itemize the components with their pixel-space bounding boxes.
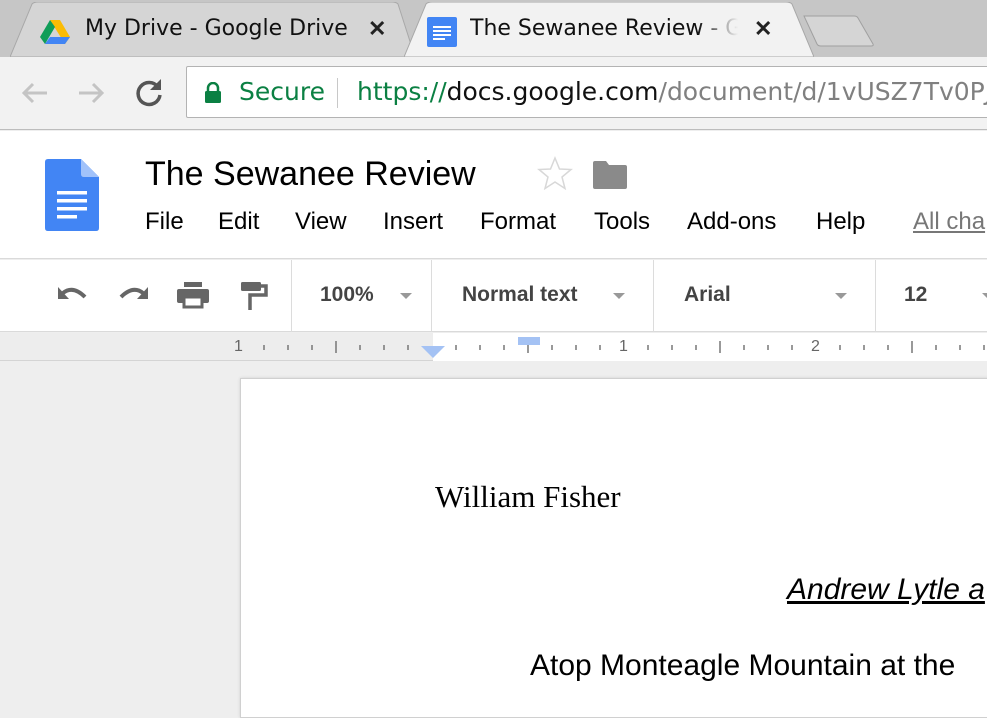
- redo-icon[interactable]: [115, 279, 151, 311]
- tab-title: The Sewanee Review - Go: [470, 16, 738, 41]
- font-family-dropdown[interactable]: Arial: [654, 260, 875, 332]
- url-host: docs.google.com: [446, 77, 659, 106]
- tab-title: My Drive - Google Drive: [85, 16, 348, 41]
- close-tab-icon[interactable]: ✕: [754, 16, 772, 42]
- url-text[interactable]: https://docs.google.com/document/d/1vUSZ…: [357, 77, 987, 106]
- secure-label: Secure: [239, 77, 325, 106]
- chevron-down-icon: [613, 293, 625, 299]
- body-paragraph: Atop Monteagle Mountain at the: [530, 649, 956, 682]
- ruler-label: 2: [811, 338, 820, 355]
- google-drive-icon: [40, 20, 70, 44]
- zoom-dropdown[interactable]: 100%: [292, 260, 431, 332]
- folder-icon[interactable]: [593, 161, 627, 189]
- formatting-toolbar: 100% Normal text Arial 12: [0, 260, 987, 332]
- font-size-dropdown[interactable]: 12: [876, 260, 987, 332]
- forward-arrow-icon[interactable]: [73, 75, 109, 111]
- browser-toolbar: Secure https://docs.google.com/document/…: [0, 57, 987, 130]
- tab-sewanee-review[interactable]: The Sewanee Review - Go ✕: [404, 2, 814, 57]
- star-icon[interactable]: [537, 156, 573, 190]
- url-path: /document/d/1vUSZ7Tv0PJ: [658, 77, 987, 106]
- tab-my-drive[interactable]: My Drive - Google Drive ✕: [10, 2, 415, 57]
- new-tab-button[interactable]: [803, 14, 875, 48]
- zoom-value: 100%: [320, 283, 374, 306]
- document-page[interactable]: William Fisher Andrew Lytle a Atop Monte…: [240, 378, 987, 718]
- google-docs-icon: [427, 17, 457, 47]
- undo-icon[interactable]: [55, 279, 91, 311]
- paragraph-style-value: Normal text: [462, 283, 578, 306]
- menu-insert[interactable]: Insert: [383, 208, 443, 236]
- first-line-indent-marker[interactable]: [518, 337, 540, 345]
- ruler: 1 1 2: [0, 333, 987, 361]
- back-arrow-icon[interactable]: [17, 75, 53, 111]
- chevron-down-icon: [835, 293, 847, 299]
- browser-tab-strip: My Drive - Google Drive ✕ The Sewanee Re…: [0, 0, 987, 57]
- left-indent-marker[interactable]: [421, 346, 445, 359]
- ruler-label: 1: [234, 338, 243, 355]
- author-line: William Fisher: [435, 479, 621, 514]
- ruler-label: 1: [619, 338, 628, 355]
- reload-icon[interactable]: [131, 75, 167, 111]
- menu-edit[interactable]: Edit: [218, 208, 259, 236]
- address-separator: [337, 78, 338, 108]
- chevron-down-icon: [400, 293, 412, 299]
- menu-help[interactable]: Help: [816, 208, 865, 236]
- chevron-down-icon: [982, 293, 987, 299]
- menu-view[interactable]: View: [295, 208, 347, 236]
- address-bar[interactable]: Secure https://docs.google.com/document/…: [186, 66, 987, 118]
- url-scheme: https://: [357, 77, 447, 106]
- essay-heading: Andrew Lytle a: [787, 573, 985, 606]
- google-docs-logo-icon[interactable]: [45, 159, 99, 231]
- menu-tools[interactable]: Tools: [594, 208, 650, 236]
- menu-file[interactable]: File: [145, 208, 184, 236]
- document-title[interactable]: The Sewanee Review: [145, 155, 476, 194]
- lock-icon: [205, 82, 221, 103]
- menu-addons[interactable]: Add-ons: [687, 208, 776, 236]
- ruler-ticks: [263, 341, 985, 353]
- font-family-value: Arial: [684, 283, 731, 306]
- print-icon[interactable]: [175, 279, 211, 311]
- menu-format[interactable]: Format: [480, 208, 556, 236]
- paint-format-icon[interactable]: [236, 279, 272, 311]
- document-canvas: William Fisher Andrew Lytle a Atop Monte…: [0, 362, 987, 718]
- docs-header: The Sewanee Review File Edit View Insert…: [0, 131, 987, 259]
- paragraph-style-dropdown[interactable]: Normal text: [432, 260, 653, 332]
- font-size-value: 12: [904, 283, 928, 306]
- close-tab-icon[interactable]: ✕: [368, 16, 386, 42]
- all-changes-saved-link[interactable]: All cha: [913, 208, 985, 236]
